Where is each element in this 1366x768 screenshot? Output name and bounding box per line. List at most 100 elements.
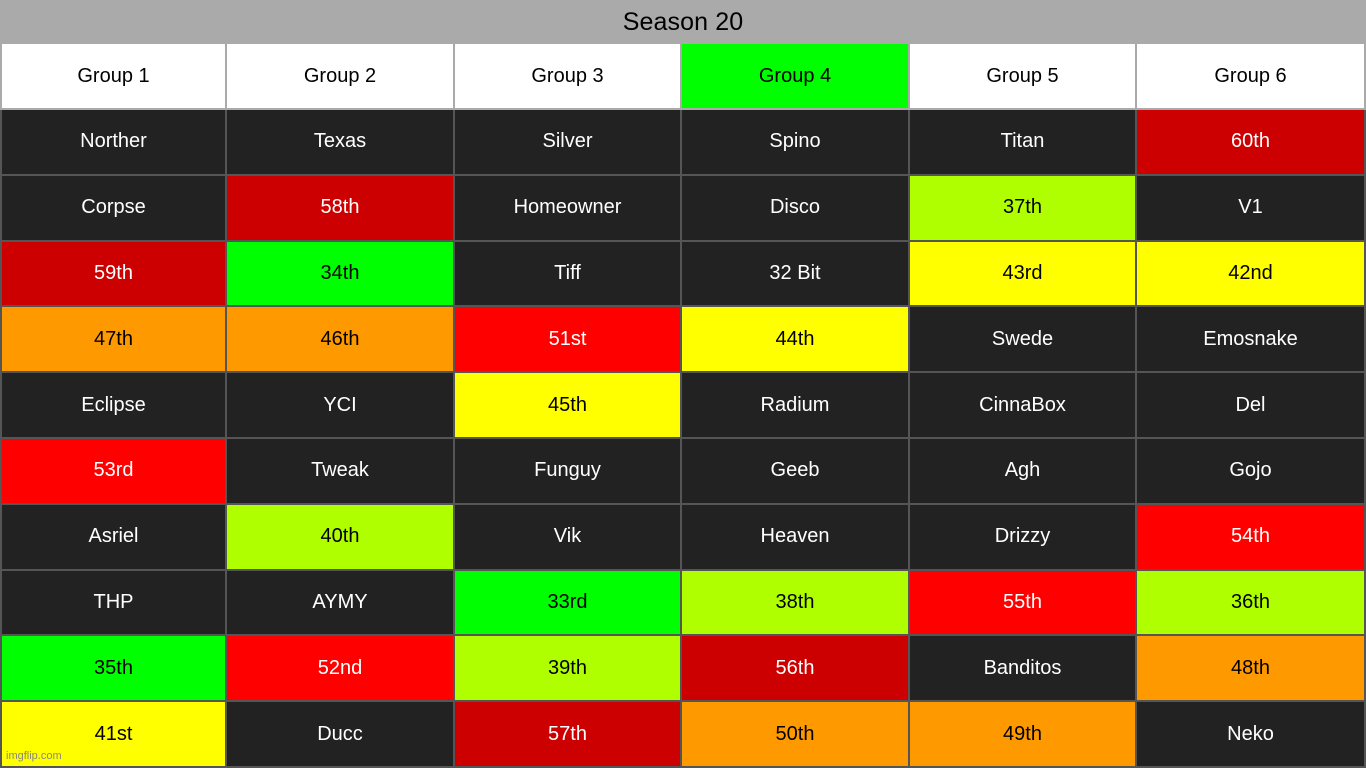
column-header-2[interactable]: Group 2 bbox=[227, 44, 455, 110]
grid-cell[interactable]: 36th bbox=[1137, 570, 1366, 637]
grid-cell[interactable]: Drizzy bbox=[910, 504, 1137, 571]
grid-cell-label: Emosnake bbox=[1203, 327, 1298, 350]
grid-cell[interactable]: 44th bbox=[682, 307, 910, 374]
grid-cell[interactable]: 48th bbox=[1137, 636, 1366, 703]
grid-cell[interactable]: 58th bbox=[227, 175, 455, 242]
grid-cell[interactable]: 32 Bit bbox=[682, 241, 910, 308]
column-header-6[interactable]: Group 6 bbox=[1137, 44, 1366, 110]
grid-cell[interactable]: CinnaBox bbox=[910, 373, 1137, 439]
grid-cell[interactable]: Banditos bbox=[910, 636, 1137, 703]
grid-cell-label: 58th bbox=[320, 196, 360, 219]
grid-cell[interactable]: 60th bbox=[1137, 110, 1366, 176]
grid-cell[interactable]: 51st bbox=[455, 307, 682, 374]
grid-cell[interactable]: AYMY bbox=[227, 570, 455, 637]
grid-cell[interactable]: 43rd bbox=[910, 241, 1137, 308]
grid-cell[interactable]: 45th bbox=[455, 373, 682, 439]
grid-cell[interactable]: Tiff bbox=[455, 241, 682, 308]
grid-cell[interactable]: 55th bbox=[910, 570, 1137, 637]
grid-cell-label: YCI bbox=[323, 393, 357, 416]
grid-cell[interactable]: Asriel bbox=[0, 504, 227, 571]
column-header-label: Group 3 bbox=[531, 64, 604, 87]
grid-cell-label: 35th bbox=[94, 656, 133, 679]
grid-cell[interactable]: Radium bbox=[682, 373, 910, 439]
grid-cell[interactable]: V1 bbox=[1137, 175, 1366, 242]
grid-cell[interactable]: Texas bbox=[227, 110, 455, 176]
grid-cell[interactable]: THP bbox=[0, 570, 227, 637]
grid-cell[interactable]: 56th bbox=[682, 636, 910, 703]
column-header-label: Group 5 bbox=[986, 64, 1059, 87]
column-header-3[interactable]: Group 3 bbox=[455, 44, 682, 110]
grid-cell-label: Funguy bbox=[534, 459, 601, 482]
grid-cell-label: 46th bbox=[320, 327, 360, 350]
grid-cell[interactable]: Agh bbox=[910, 438, 1137, 505]
grid-cell[interactable]: 40th bbox=[227, 504, 455, 571]
column-header-label: Group 4 bbox=[758, 64, 832, 87]
grid-cell[interactable]: 34th bbox=[227, 241, 455, 308]
grid-cell-label: Neko bbox=[1227, 722, 1274, 745]
grid-cell-label: Titan bbox=[1000, 130, 1045, 153]
grid-cell[interactable]: Ducc bbox=[227, 702, 455, 768]
grid-cell[interactable]: Eclipse bbox=[0, 373, 227, 439]
grid-cell-label: 39th bbox=[548, 656, 587, 679]
grid-cell[interactable]: YCI bbox=[227, 373, 455, 439]
page-title: Season 20 bbox=[622, 7, 744, 36]
grid-cell-label: 41st bbox=[94, 722, 133, 745]
grid-cell[interactable]: 53rd bbox=[0, 438, 227, 505]
grid-cell[interactable]: 35th bbox=[0, 636, 227, 703]
grid-cell[interactable]: Emosnake bbox=[1137, 307, 1366, 374]
grid-cell-label: Disco bbox=[769, 196, 820, 219]
grid-cell[interactable]: Homeowner bbox=[455, 175, 682, 242]
grid-cell[interactable]: 42nd bbox=[1137, 241, 1366, 308]
grid-cell-label: Vik bbox=[553, 525, 582, 548]
grid-cell[interactable]: Norther bbox=[0, 110, 227, 176]
column-header-5[interactable]: Group 5 bbox=[910, 44, 1137, 110]
grid-cell[interactable]: Swede bbox=[910, 307, 1137, 374]
grid-cell[interactable]: Silver bbox=[455, 110, 682, 176]
grid-cell[interactable]: Corpse bbox=[0, 175, 227, 242]
grid-cell[interactable]: 59th bbox=[0, 241, 227, 308]
grid-cell[interactable]: Tweak bbox=[227, 438, 455, 505]
grid-cell-label: 37th bbox=[1003, 196, 1042, 219]
grid-cell[interactable]: 47th bbox=[0, 307, 227, 374]
grid-cell[interactable]: 41st bbox=[0, 702, 227, 768]
grid-cell[interactable]: 37th bbox=[910, 175, 1137, 242]
grid-cell[interactable]: Disco bbox=[682, 175, 910, 242]
grid-cell[interactable]: Neko bbox=[1137, 702, 1366, 768]
grid-cell[interactable]: Vik bbox=[455, 504, 682, 571]
grid-cell-label: Swede bbox=[991, 327, 1054, 350]
grid-cell[interactable]: 52nd bbox=[227, 636, 455, 703]
grid-cell[interactable]: Heaven bbox=[682, 504, 910, 571]
grid-cell-label: 40th bbox=[320, 525, 360, 548]
grid-cell-label: 34th bbox=[320, 261, 360, 284]
grid-cell-label: 44th bbox=[775, 327, 815, 350]
grid-cell-label: 47th bbox=[94, 327, 133, 350]
grid-cell[interactable]: 39th bbox=[455, 636, 682, 703]
grid-cell[interactable]: 38th bbox=[682, 570, 910, 637]
grid-cell-label: CinnaBox bbox=[979, 393, 1066, 416]
grid-cell[interactable]: 57th bbox=[455, 702, 682, 768]
grid-cell-label: 48th bbox=[1231, 656, 1270, 679]
column-header-label: Group 6 bbox=[1214, 64, 1287, 87]
title-bar: Season 20 bbox=[0, 0, 1366, 44]
grid-cell[interactable]: 46th bbox=[227, 307, 455, 374]
grid-cell[interactable]: 33rd bbox=[455, 570, 682, 637]
grid-cell-label: Texas bbox=[313, 130, 367, 153]
grid-cell-label: 54th bbox=[1231, 525, 1270, 548]
grid-cell[interactable]: 49th bbox=[910, 702, 1137, 768]
column-header-1[interactable]: Group 1 bbox=[0, 44, 227, 110]
group-header-row: Group 1 Group 2 Group 3 Group 4 Group 5 Group… bbox=[0, 44, 1366, 110]
grid-cell[interactable]: Funguy bbox=[455, 438, 682, 505]
column-header-4[interactable]: Group 4 bbox=[682, 44, 910, 110]
grid-cell-label: 45th bbox=[548, 393, 587, 416]
grid-cell[interactable]: Spino bbox=[682, 110, 910, 176]
season-grid-page: Season 20 Group 1 Group 2 Group 3 Group 4 Gr… bbox=[0, 0, 1366, 768]
grid-cell-label: 51st bbox=[548, 327, 587, 350]
grid-cell-label: THP bbox=[93, 590, 134, 613]
grid-cell[interactable]: Del bbox=[1137, 373, 1366, 439]
grid-cell[interactable]: Titan bbox=[910, 110, 1137, 176]
grid-cell[interactable]: 50th bbox=[682, 702, 910, 768]
grid-cell[interactable]: Gojo bbox=[1137, 438, 1366, 505]
grid-cell-label: Gojo bbox=[1229, 459, 1272, 482]
grid-cell[interactable]: 54th bbox=[1137, 504, 1366, 571]
grid-cell[interactable]: Geeb bbox=[682, 438, 910, 505]
